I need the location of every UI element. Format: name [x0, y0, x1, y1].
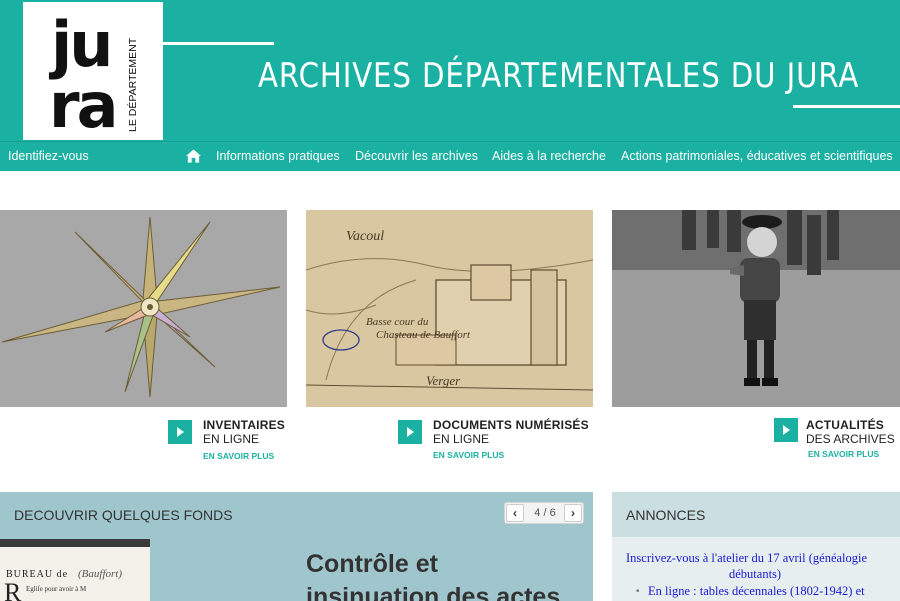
site-header: ju ra LE DÉPARTEMENT ARCHIVES DÉPARTEMEN…: [0, 0, 900, 141]
compass-rose-image[interactable]: [0, 210, 287, 407]
fond-document-image[interactable]: BUREAU de (Bauffort) R Egliſe pour avoir…: [0, 539, 150, 601]
card-subtitle-inventaires: EN LIGNE: [203, 432, 260, 446]
nav-item-decouvrir[interactable]: Découvrir les archives: [355, 149, 478, 163]
annonces-heading: ANNONCES: [626, 507, 706, 523]
vintage-photo-image[interactable]: [612, 210, 900, 407]
svg-text:Basse cour du: Basse cour du: [366, 316, 429, 328]
documents-more-link[interactable]: EN SAVOIR PLUS: [433, 450, 504, 460]
jura-logo[interactable]: ju ra LE DÉPARTEMENT: [23, 2, 163, 140]
inventaires-play-button[interactable]: [168, 420, 192, 444]
fond-doc-text-2: Egliſe pour avoir à M: [26, 585, 87, 593]
card-subtitle-actualites: DES ARCHIVES: [806, 432, 895, 446]
card-title-actualites[interactable]: ACTUALITÉS: [806, 418, 884, 432]
card-subtitle-documents: EN LIGNE: [433, 432, 490, 446]
main-nav: Identifiez-vous Informations pratiques D…: [0, 141, 900, 171]
pager-text: 4 / 6: [534, 507, 556, 519]
svg-text:Chasteau de Bauffort: Chasteau de Bauffort: [376, 329, 471, 341]
announce-line-1[interactable]: Inscrivez-vous à l'atelier du 17 avril (…: [626, 551, 867, 566]
nav-item-informations[interactable]: Informations pratiques: [216, 149, 340, 163]
fond-title-line1[interactable]: Contrôle et: [306, 550, 438, 579]
card-title-inventaires[interactable]: INVENTAIRES: [203, 418, 285, 432]
header-line-right: [793, 105, 900, 108]
inventaires-more-link[interactable]: EN SAVOIR PLUS: [203, 451, 274, 461]
announce-line-3[interactable]: En ligne : tables décennales (1802-1942)…: [648, 584, 865, 599]
actualites-play-button[interactable]: [774, 418, 798, 442]
fonds-pager: ‹ 4 / 6 ›: [504, 502, 584, 524]
home-icon[interactable]: [186, 149, 201, 163]
svg-text:ra: ra: [49, 69, 115, 140]
logo-subtitle: LE DÉPARTEMENT: [126, 37, 139, 132]
header-line-left: [163, 42, 274, 45]
page: ju ra LE DÉPARTEMENT ARCHIVES DÉPARTEMEN…: [0, 0, 900, 601]
card-title-documents[interactable]: DOCUMENTS NUMÉRISÉS: [433, 418, 589, 432]
fonds-heading: DECOUVRIR QUELQUES FONDS: [14, 507, 233, 523]
nav-item-aides[interactable]: Aides à la recherche: [492, 149, 606, 163]
documents-play-button[interactable]: [398, 420, 422, 444]
actualites-more-link[interactable]: EN SAVOIR PLUS: [808, 449, 879, 459]
pager-next-button[interactable]: ›: [564, 504, 582, 522]
pager-prev-button[interactable]: ‹: [506, 504, 524, 522]
site-title: ARCHIVES DÉPARTEMENTALES DU JURA: [258, 56, 860, 96]
announce-line-2[interactable]: débutants): [729, 567, 781, 582]
svg-text:Vacoul: Vacoul: [346, 229, 384, 244]
svg-text:Verger: Verger: [426, 373, 461, 388]
login-link[interactable]: Identifiez-vous: [8, 149, 89, 163]
nav-item-actions[interactable]: Actions patrimoniales, éducatives et sci…: [621, 149, 893, 163]
old-map-image[interactable]: Vacoul Basse cour du Chasteau de Bauffor…: [306, 210, 593, 407]
svg-text:(Bauffort): (Bauffort): [78, 568, 122, 580]
svg-text:R: R: [4, 578, 22, 601]
fond-title-line2[interactable]: insinuation des actes: [306, 583, 560, 601]
announce-bullet: •: [636, 586, 640, 597]
